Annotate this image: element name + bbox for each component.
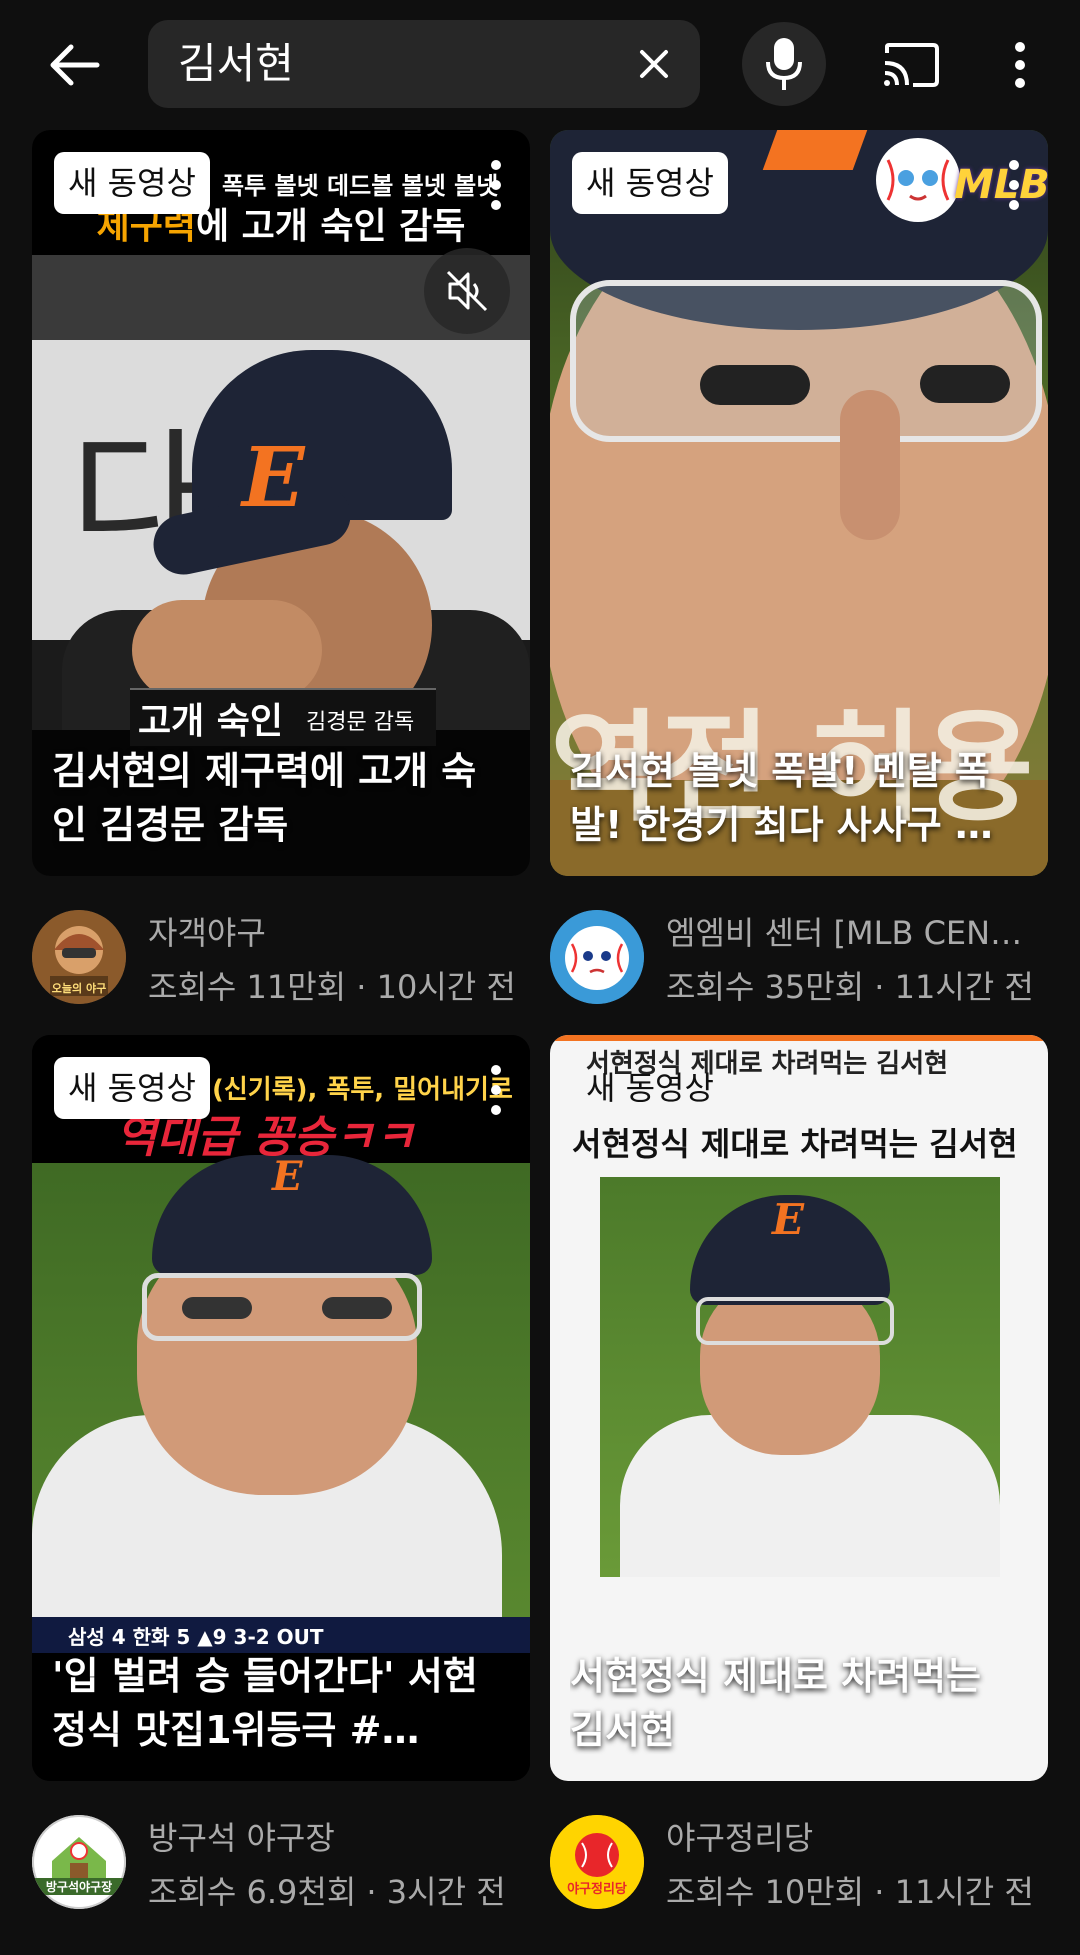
new-video-badge: 새 동영상 [572, 152, 728, 214]
back-arrow-icon [50, 44, 100, 86]
channel-name[interactable]: 엠엠비 센터 [MLB CEN… [666, 908, 1048, 954]
search-query: 김서현 [178, 39, 294, 88]
cap-logo: E [242, 430, 305, 526]
video-thumbnail[interactable]: 다 E 폭투 볼넷 데드볼 볼넷 볼넷 제구력에 고개 숙인 감독 고개 숙인 … [32, 130, 530, 876]
cast-icon [884, 43, 939, 87]
video-thumbnail[interactable]: 역전 허용 MLB 새 동영상 김서현 볼넷 폭발! 멘탈 폭발! 한경기 최다… [550, 130, 1048, 876]
avatar-label: 야구정리당 [567, 1882, 627, 1897]
new-video-badge: 새 동영상 [54, 1057, 210, 1119]
clear-search-button[interactable] [632, 42, 676, 86]
cap-logo: E [772, 1195, 805, 1244]
search-input[interactable]: 김서현 [148, 20, 700, 108]
more-options-button[interactable] [990, 30, 1050, 100]
overlay-rest: 에 고개 숙인 감독 [195, 206, 466, 247]
video-meta: 방구석야구장 방구석 야구장 조회수 6.9천회 · 3시간 전 [32, 1799, 530, 1911]
volume-off-icon [446, 270, 488, 312]
voice-search-button[interactable] [742, 22, 826, 106]
video-meta: 오늘의 야구 자객야구 조회수 11만회 · 10시간 전 [32, 894, 530, 1006]
baseball-mascot-icon [876, 138, 960, 222]
scoreboard-bar: 삼성 4 한화 5 ▲9 3-2 OUT [32, 1617, 530, 1653]
card-more-options-button[interactable] [486, 160, 506, 210]
card-more-options-button[interactable] [486, 1065, 506, 1115]
mute-button[interactable] [424, 248, 510, 334]
new-video-badge: 새 동영상 [54, 152, 210, 214]
video-stats: 조회수 11만회 · 10시간 전 [148, 968, 516, 1006]
channel-avatar[interactable]: 방구석야구장 [32, 1815, 126, 1909]
baseball-mascot-avatar-icon [550, 910, 644, 1004]
video-thumbnail[interactable]: E (신기록), 폭투, 밀어내기로 역대급 꽁승ㅋㅋ 삼성 4 한화 5 ▲9… [32, 1035, 530, 1781]
video-title: 김서현의 제구력에 고개 숙인 김경문 감독 [52, 749, 477, 847]
channel-avatar[interactable]: 오늘의 야구 [32, 910, 126, 1004]
avatar-label: 방구석야구장 [32, 1878, 126, 1895]
video-title: 김서현 볼넷 폭발! 멘탈 폭발! 한경기 최다 사사구 … [570, 749, 993, 847]
video-title: 서현정식 제대로 차려먹는 김서현 [570, 1654, 982, 1752]
video-stats: 조회수 6.9천회 · 3시간 전 [148, 1873, 506, 1911]
close-icon [640, 50, 668, 78]
video-thumbnail[interactable]: E 서현정식 제대로 차려먹는 김서현 서현정식 제대로 차려먹는 김서현 새 … [550, 1035, 1048, 1781]
caption-bar: 고개 숙인 김경문 감독 [130, 688, 436, 746]
new-video-badge: 새 동영상 [586, 1069, 714, 1107]
channel-avatar[interactable]: 야구정리당 [550, 1815, 644, 1909]
video-meta: 엠엠비 센터 [MLB CEN… 조회수 35만회 · 11시간 전 [550, 894, 1048, 1006]
avatar-label: 오늘의 야구 [51, 982, 107, 995]
video-stats: 조회수 10만회 · 11시간 전 [666, 1873, 1034, 1911]
more-vert-icon [1015, 42, 1025, 88]
channel-name[interactable]: 자객야구 [148, 908, 530, 954]
cast-button[interactable] [876, 30, 946, 100]
overlay-text-line1: 폭투 볼넷 데드볼 볼넷 볼넷 [222, 172, 499, 200]
channel-name[interactable]: 야구정리당 [666, 1813, 1048, 1859]
microphone-icon [766, 38, 802, 90]
caption-main: 고개 숙인 [138, 701, 284, 742]
caption-small: 김경문 감독 [306, 710, 415, 735]
channel-avatar[interactable] [550, 910, 644, 1004]
overlay-heading: 서현정식 제대로 차려먹는 김서현 [572, 1125, 1018, 1163]
back-button[interactable] [40, 30, 110, 100]
video-stats: 조회수 35만회 · 11시간 전 [666, 968, 1034, 1006]
scoreboard-text: 삼성 4 한화 5 ▲9 3-2 OUT [68, 1625, 324, 1649]
top-bar: 김서현 [0, 0, 1080, 130]
mlb-logo-text: MLB [954, 162, 1048, 208]
video-title: '입 벌려 승 들어간다' 서현정식 맛집1위등극 #… [52, 1654, 478, 1752]
video-meta: 야구정리당 야구정리당 조회수 10만회 · 11시간 전 [550, 1799, 1048, 1911]
channel-name[interactable]: 방구석 야구장 [148, 1813, 530, 1859]
card-more-options-button[interactable] [1004, 160, 1024, 210]
